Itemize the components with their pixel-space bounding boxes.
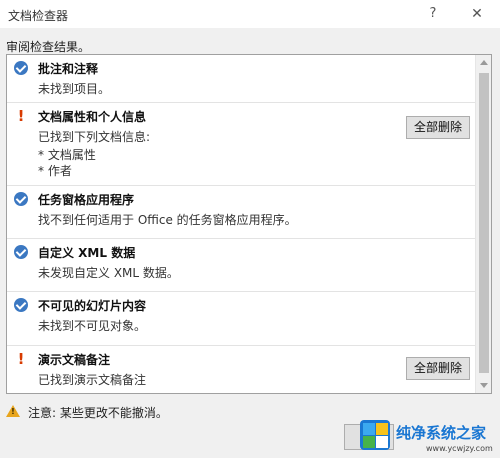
result-item-invisible-content: 不可见的幻灯片内容 未找到不可见对象。 [7,292,477,346]
scroll-up-arrow-icon[interactable] [476,55,491,71]
item-title: 任务窗格应用程序 [38,193,135,207]
item-description: 未找到不可见对象。 [38,319,147,333]
result-item-presentation-notes: ! 演示文稿备注 已找到演示文稿备注 全部删除 [7,346,477,393]
item-detail: * 文档属性 [38,148,96,162]
watermark-url: www.ycwjzy.com [426,444,493,453]
item-description: 已找到下列文档信息: [38,130,151,144]
scroll-thumb[interactable] [479,73,489,373]
exclamation-icon: ! [17,107,25,125]
item-description: 未找到项目。 [38,82,111,96]
results-panel: 批注和注释 未找到项目。 ! 文档属性和个人信息 已找到下列文档信息: * 文档… [6,54,492,394]
remove-all-button[interactable]: 全部删除 [406,116,470,139]
item-title: 批注和注释 [38,62,99,76]
remove-all-button[interactable]: 全部删除 [406,357,470,380]
item-title: 自定义 XML 数据 [38,246,136,260]
inspection-results-heading: 审阅检查结果。 [6,40,91,54]
item-title: 演示文稿备注 [38,353,111,367]
result-item-document-properties: ! 文档属性和个人信息 已找到下列文档信息: * 文档属性 * 作者 全部删除 [7,103,477,186]
check-circle-icon [14,61,28,75]
scroll-down-arrow-icon[interactable] [476,377,491,393]
item-title: 文档属性和个人信息 [38,110,147,124]
check-circle-icon [14,298,28,312]
exclamation-icon: ! [17,350,25,368]
result-item-comments: 批注和注释 未找到项目。 [7,55,477,103]
result-item-task-pane-apps: 任务窗格应用程序 找不到任何适用于 Office 的任务窗格应用程序。 [7,186,477,239]
item-description: 未发现自定义 XML 数据。 [38,266,179,280]
item-description: 已找到演示文稿备注 [38,373,147,387]
title-bar: 文档检查器 ? ✕ [0,0,500,28]
undo-warning: ! 注意: 某些更改不能撤消。 [6,404,306,420]
result-item-custom-xml: 自定义 XML 数据 未发现自定义 XML 数据。 [7,239,477,292]
item-description: 找不到任何适用于 Office 的任务窗格应用程序。 [38,213,297,227]
watermark-title: 纯净系统之家 [396,424,487,442]
close-window-button[interactable]: ✕ [466,4,488,24]
vertical-scrollbar[interactable] [475,55,491,393]
watermark: 纯净系统之家 www.ycwjzy.com [356,416,500,458]
check-circle-icon [14,245,28,259]
check-circle-icon [14,192,28,206]
item-title: 不可见的幻灯片内容 [38,299,147,313]
window-title: 文档检查器 [8,9,69,23]
help-button[interactable]: ? [422,4,444,24]
item-detail: * 作者 [38,164,72,178]
windows-logo-icon [360,420,390,450]
warning-text: 注意: 某些更改不能撤消。 [28,406,168,420]
warning-triangle-mark: ! [11,407,15,416]
